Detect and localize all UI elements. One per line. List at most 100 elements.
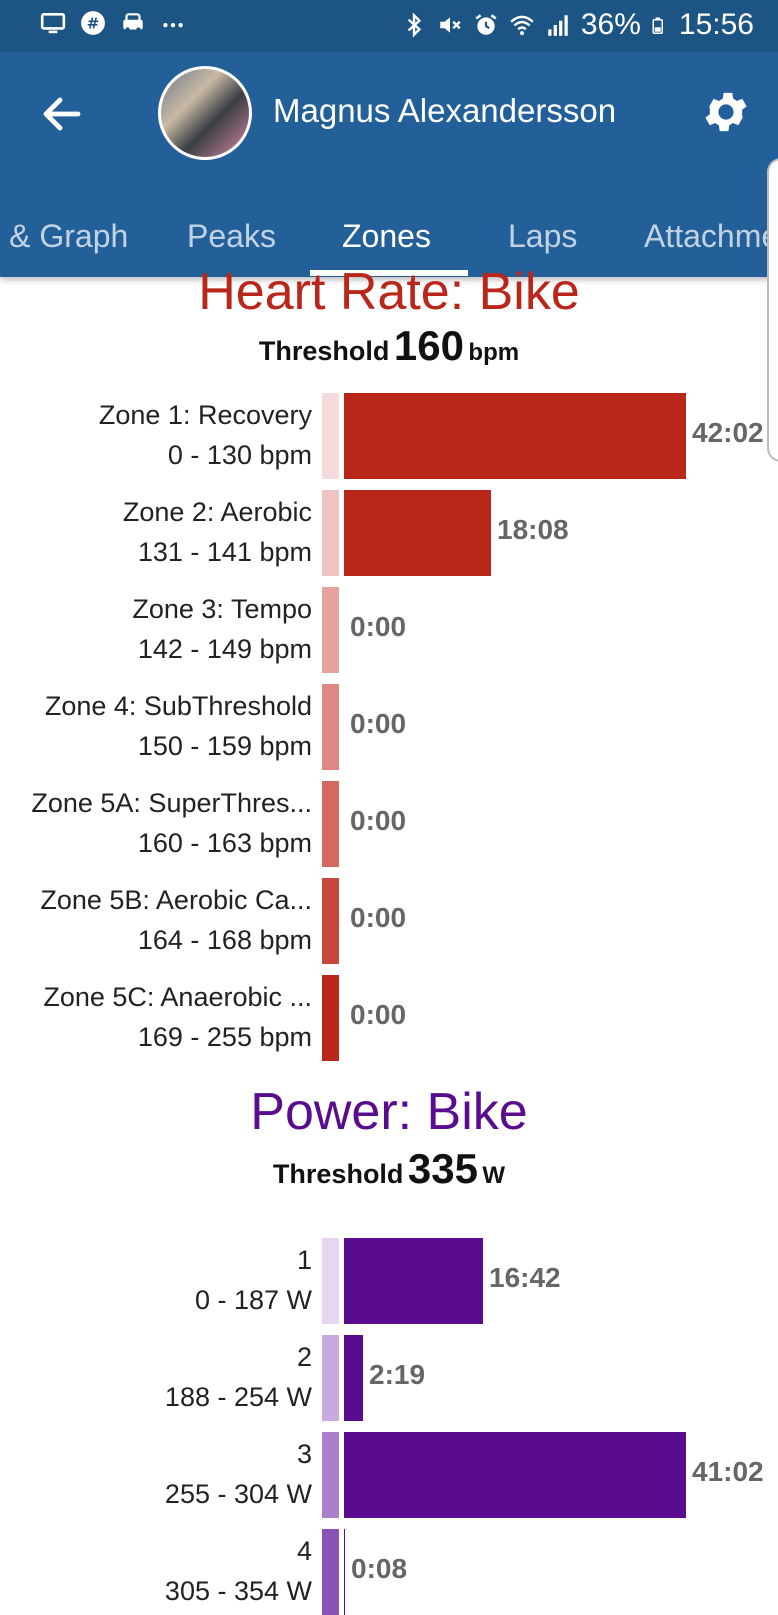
- zone-row: Zone 3: Tempo 142 - 149 bpm 0:00: [0, 587, 778, 673]
- zone-range: 169 - 255 bpm: [137, 1022, 312, 1052]
- zone-color-swatch: [322, 393, 339, 479]
- tab-laps[interactable]: Laps: [508, 218, 577, 255]
- zone-name: Zone 5C: Anaerobic ...: [43, 982, 312, 1012]
- zone-color-swatch: [322, 587, 339, 673]
- clock: 15:56: [678, 8, 754, 41]
- zone-range: 150 - 159 bpm: [137, 731, 312, 761]
- zone-color-swatch: [322, 878, 339, 964]
- zone-range: 305 - 354 W: [164, 1576, 312, 1606]
- power-title: Power: Bike: [250, 1083, 528, 1141]
- tab-zones[interactable]: Zones: [342, 218, 431, 255]
- zone-label: Zone 5B: Aerobic Ca... 164 - 168 bpm: [0, 880, 312, 960]
- svg-text:#: #: [87, 14, 100, 32]
- zone-time: 18:08: [497, 514, 569, 545]
- zone-name: Zone 1: Recovery: [98, 400, 312, 430]
- zone-label: 3 255 - 304 W: [0, 1434, 312, 1514]
- zone-bar: [344, 1238, 483, 1324]
- zone-row: Zone 5C: Anaerobic ... 169 - 255 bpm 0:00: [0, 975, 778, 1061]
- threshold-value: 335: [407, 1145, 478, 1192]
- zone-row: Zone 5B: Aerobic Ca... 164 - 168 bpm 0:00: [0, 878, 778, 964]
- zone-bar: [344, 490, 491, 576]
- zone-label: Zone 4: SubThreshold 150 - 159 bpm: [0, 686, 312, 766]
- zone-range: 131 - 141 bpm: [137, 537, 312, 567]
- zone-bar: [344, 1432, 686, 1518]
- monitor-icon: [40, 13, 66, 34]
- zone-range: 0 - 187 W: [194, 1285, 312, 1315]
- zone-color-swatch: [322, 1432, 339, 1518]
- threshold-unit: W: [482, 1162, 506, 1189]
- zone-range: 160 - 163 bpm: [137, 828, 312, 858]
- avatar[interactable]: [158, 66, 252, 160]
- zone-name: 3: [296, 1439, 312, 1469]
- zone-color-swatch: [322, 1238, 339, 1324]
- user-name: Magnus Alexandersson: [273, 92, 617, 129]
- edge-panel-handle[interactable]: [767, 158, 778, 462]
- heart-rate-title: Heart Rate: Bike: [198, 263, 580, 321]
- threshold-value: 160: [393, 322, 464, 369]
- zone-time: 0:00: [350, 708, 407, 739]
- threshold-label: Threshold: [272, 1159, 404, 1189]
- zone-color-swatch: [322, 781, 339, 867]
- zone-row: Zone 4: SubThreshold 150 - 159 bpm 0:00: [0, 684, 778, 770]
- zone-time: 0:00: [350, 902, 407, 933]
- zone-range: 164 - 168 bpm: [137, 925, 312, 955]
- zone-row: Zone 2: Aerobic 131 - 141 bpm 18:08: [0, 490, 778, 576]
- zone-label: 1 0 - 187 W: [0, 1240, 312, 1320]
- battery-percent: 36%: [580, 8, 641, 41]
- mute-icon: [440, 17, 461, 33]
- gear-icon[interactable]: [700, 86, 752, 138]
- more-dots-icon: [163, 23, 183, 28]
- bluetooth-icon: [407, 12, 422, 38]
- zone-range: 255 - 304 W: [164, 1479, 312, 1509]
- zone-name: Zone 5B: Aerobic Ca...: [40, 885, 312, 915]
- zone-label: Zone 1: Recovery 0 - 130 bpm: [0, 395, 312, 475]
- tab-peaks[interactable]: Peaks: [187, 218, 276, 255]
- zone-name: Zone 3: Tempo: [132, 594, 312, 624]
- zone-row: 2 188 - 254 W 2:19: [0, 1335, 778, 1421]
- zone-time: 0:00: [350, 611, 407, 642]
- battery-icon: [652, 17, 663, 34]
- zone-label: Zone 5C: Anaerobic ... 169 - 255 bpm: [0, 977, 312, 1057]
- zone-label: 4 305 - 354 W: [0, 1531, 312, 1611]
- zone-row: Zone 5A: SuperThres... 160 - 163 bpm 0:00: [0, 781, 778, 867]
- zone-range: 188 - 254 W: [164, 1382, 312, 1412]
- app-bar: Magnus Alexandersson Map & Graph Peaks Z…: [0, 52, 778, 277]
- zone-row: Zone 1: Recovery 0 - 130 bpm 42:02: [0, 393, 778, 479]
- threshold-unit: bpm: [468, 339, 520, 366]
- zone-color-swatch: [322, 684, 339, 770]
- zone-time: 42:02: [692, 417, 764, 448]
- zone-range: 142 - 149 bpm: [137, 634, 312, 664]
- slack-icon: #: [81, 11, 105, 35]
- tab-map-graph[interactable]: Map & Graph: [0, 218, 128, 255]
- zone-time: 0:08: [351, 1553, 408, 1584]
- zone-time: 0:00: [350, 805, 407, 836]
- zone-row: 4 305 - 354 W 0:08: [0, 1529, 778, 1615]
- zone-bar: [344, 1529, 345, 1615]
- zone-name: 1: [296, 1245, 312, 1275]
- zone-time: 41:02: [692, 1456, 764, 1487]
- zone-time: 0:00: [350, 999, 407, 1030]
- tab-attachments[interactable]: Attachments: [644, 218, 778, 255]
- zone-color-swatch: [322, 1529, 339, 1615]
- signal-icon: [548, 15, 568, 36]
- status-bar: # 36% 15:56: [0, 0, 778, 52]
- zone-label: Zone 5A: SuperThres... 160 - 163 bpm: [0, 783, 312, 863]
- zone-label: Zone 2: Aerobic 131 - 141 bpm: [0, 492, 312, 572]
- alarm-icon: [475, 14, 497, 35]
- zone-row: 1 0 - 187 W 16:42: [0, 1238, 778, 1324]
- zone-time: 16:42: [489, 1262, 561, 1293]
- zone-time: 2:19: [369, 1359, 426, 1390]
- back-arrow-icon[interactable]: [38, 90, 86, 138]
- wifi-icon: [510, 15, 534, 36]
- zone-name: Zone 4: SubThreshold: [44, 691, 312, 721]
- threshold-label: Threshold: [258, 336, 390, 366]
- zone-bar: [344, 1335, 363, 1421]
- zone-name: Zone 2: Aerobic: [122, 497, 312, 527]
- car-icon: [123, 13, 143, 32]
- power-threshold: Threshold 335 W: [0, 1145, 778, 1193]
- zone-name: 4: [296, 1536, 312, 1566]
- zone-label: 2 188 - 254 W: [0, 1337, 312, 1417]
- zone-range: 0 - 130 bpm: [167, 440, 312, 470]
- zone-name: Zone 5A: SuperThres...: [31, 788, 312, 818]
- zone-bar: [344, 393, 686, 479]
